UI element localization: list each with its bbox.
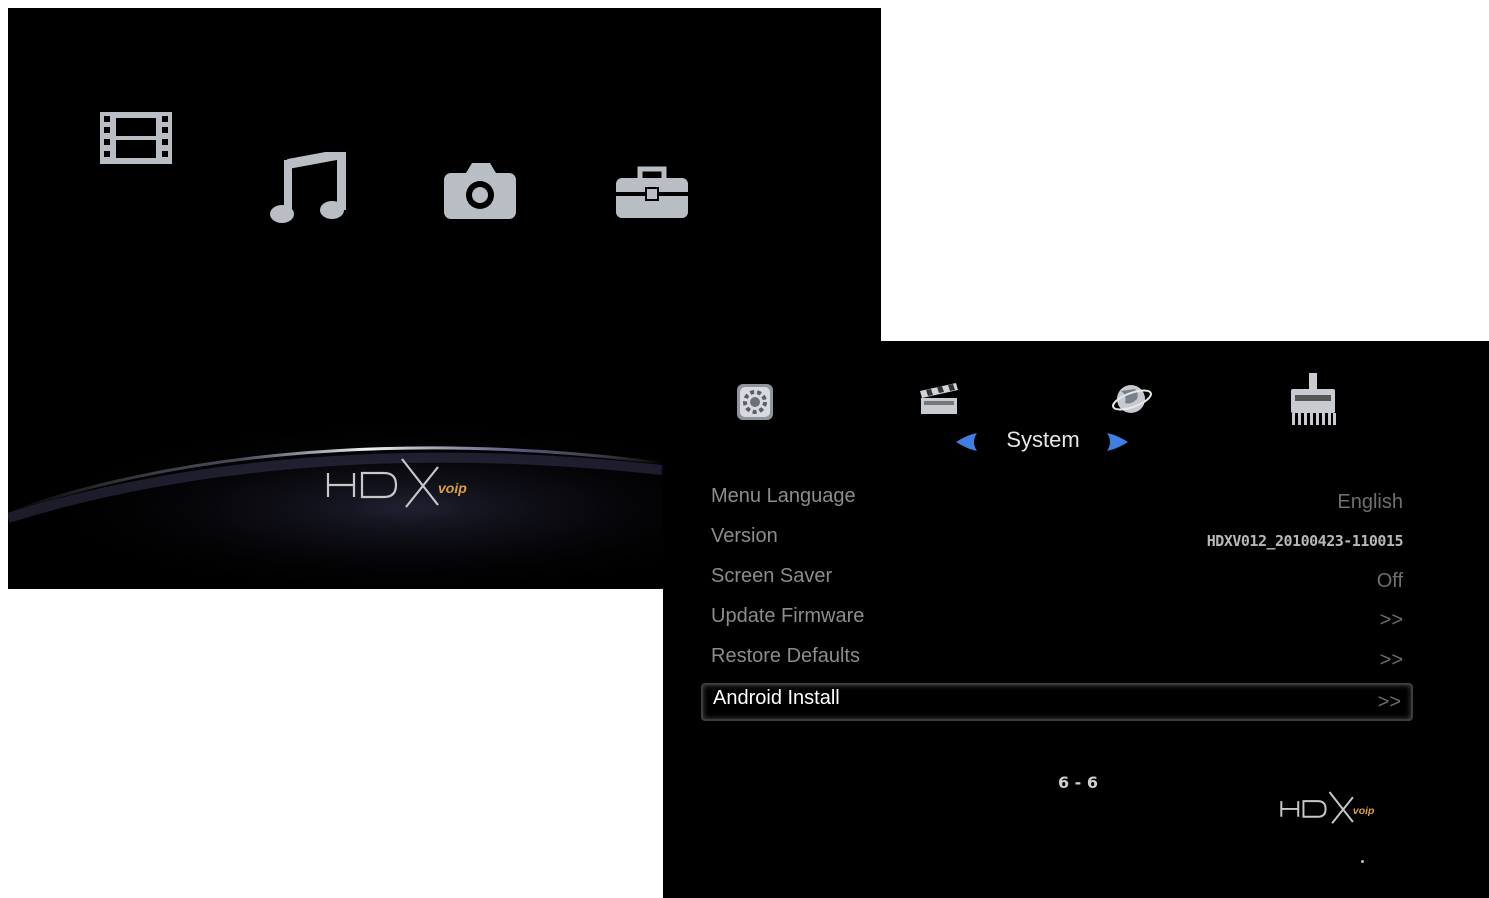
toolbox-icon[interactable] bbox=[616, 166, 688, 218]
menu-row-screen-saver[interactable]: Off Screen Saver bbox=[701, 559, 1413, 599]
indicator-dot bbox=[1361, 860, 1364, 863]
menu-row-value: HDXV012_20100423-110015 bbox=[1206, 532, 1404, 550]
settings-menu: Menu Language English Version HDXV012_20… bbox=[701, 479, 1413, 721]
menu-row-language[interactable]: Menu Language English bbox=[701, 479, 1413, 519]
menu-row-update-firmware[interactable]: Update Firmware >> bbox=[701, 599, 1413, 639]
menu-row-value: >> bbox=[1379, 609, 1403, 631]
previous-category-arrow[interactable] bbox=[953, 431, 979, 453]
system-gear-icon[interactable] bbox=[736, 383, 774, 421]
settings-screen: System Menu Language English Version HDX… bbox=[663, 341, 1489, 898]
category-title: System bbox=[1006, 427, 1080, 452]
menu-row-android-install[interactable]: Android Install >> bbox=[701, 683, 1413, 721]
menu-row-value: >> bbox=[1379, 649, 1403, 671]
clapperboard-icon[interactable] bbox=[918, 381, 960, 415]
menu-row-value: English bbox=[1337, 491, 1403, 513]
network-globe-icon[interactable] bbox=[1111, 381, 1153, 417]
menu-row-label: Android Install bbox=[713, 687, 840, 709]
menu-row-value: >> bbox=[1377, 691, 1401, 713]
svg-text:voip: voip bbox=[438, 480, 467, 496]
svg-text:voip: voip bbox=[1353, 806, 1375, 817]
hdx-voip-logo: voip bbox=[1280, 789, 1392, 825]
menu-row-restore-defaults[interactable]: Restore Defaults >> bbox=[701, 639, 1413, 679]
menu-row-label: Update Firmware bbox=[711, 605, 865, 627]
menu-row-version[interactable]: Version HDXV012_20100423-110015 bbox=[701, 519, 1413, 559]
page-indicator: 6 - 6 bbox=[1057, 773, 1099, 792]
menu-row-label: Screen Saver bbox=[711, 565, 833, 587]
menu-row-label: Version bbox=[711, 525, 778, 547]
hdx-voip-logo: voip bbox=[326, 455, 498, 509]
next-category-arrow[interactable] bbox=[1105, 431, 1131, 453]
menu-row-value: Off bbox=[1376, 570, 1403, 592]
ethernet-icon[interactable] bbox=[1287, 371, 1339, 429]
menu-row-label: Menu Language bbox=[711, 485, 856, 507]
menu-row-label: Restore Defaults bbox=[711, 645, 860, 667]
film-icon[interactable] bbox=[100, 112, 172, 170]
music-note-icon[interactable] bbox=[270, 152, 346, 226]
camera-icon[interactable] bbox=[444, 161, 516, 219]
